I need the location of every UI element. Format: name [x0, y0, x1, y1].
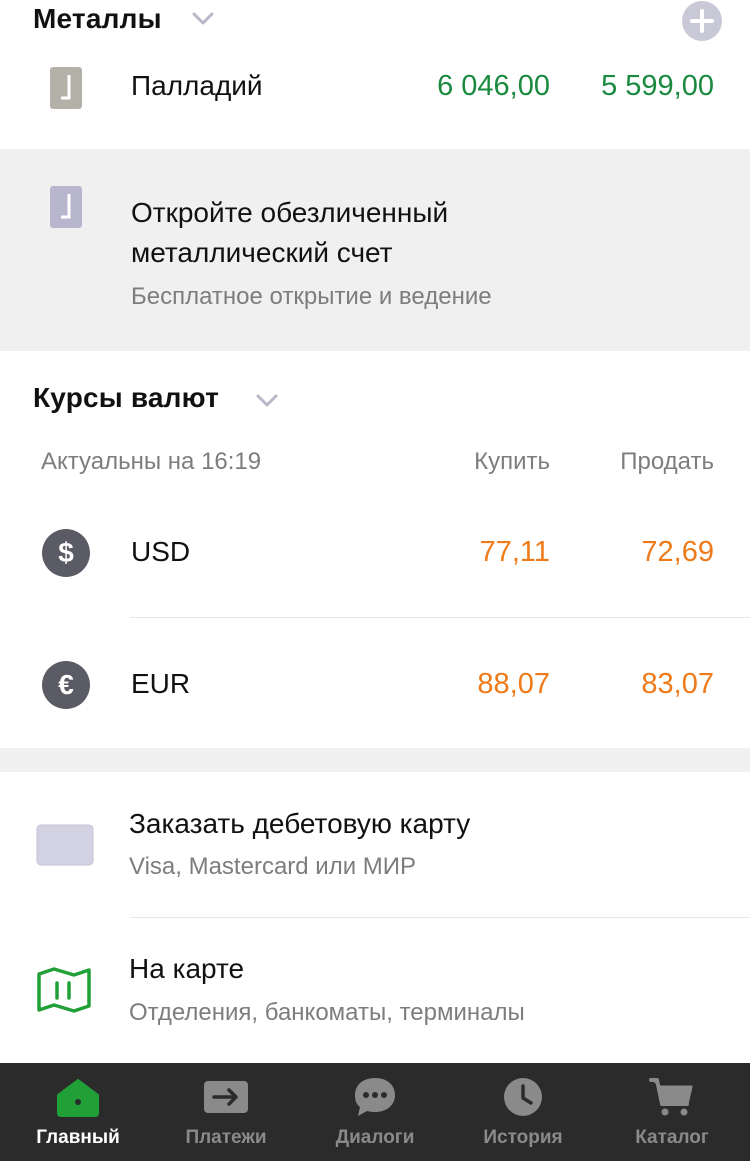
row-divider: [130, 617, 750, 618]
currency-rates-section: Курсы валют Актуальны на 16:19 Купить Пр…: [0, 351, 750, 748]
metals-header[interactable]: Металлы: [0, 0, 750, 44]
clock-icon: [504, 1078, 542, 1116]
section-separator: [0, 748, 750, 772]
chat-icon: [355, 1078, 395, 1116]
promo-title: Откройте обезличенный металлический счет: [131, 197, 449, 268]
metal-sell-value: 5 599,00: [601, 70, 714, 102]
row-divider: [130, 917, 750, 918]
euro-icon: €: [42, 661, 90, 709]
open-metal-account-banner[interactable]: Откройте обезличенный металлический счет…: [0, 149, 750, 351]
ingot-icon: [50, 186, 82, 228]
tab-history[interactable]: История: [448, 1063, 598, 1161]
fx-buy-header: Купить: [474, 448, 550, 475]
fx-sell-header: Продать: [620, 448, 714, 475]
currency-buy-value: 77,11: [479, 536, 550, 568]
services-list: Заказать дебетовую карту Visa, Mastercar…: [0, 772, 750, 1063]
add-metal-button[interactable]: [682, 1, 722, 41]
currency-buy-value: 88,07: [477, 668, 550, 700]
currency-sell-value: 83,07: [641, 668, 714, 700]
payments-icon: [204, 1081, 248, 1113]
metal-row-palladium[interactable]: Палладий 6 046,00 5 599,00: [0, 44, 750, 149]
service-title: На карте: [129, 953, 245, 984]
currency-sell-value: 72,69: [641, 536, 714, 568]
service-title: Заказать дебетовую карту: [129, 808, 471, 839]
metal-buy-value: 6 046,00: [437, 70, 550, 102]
tab-catalog[interactable]: Каталог: [597, 1063, 747, 1161]
plus-icon: [690, 9, 714, 33]
tab-payments[interactable]: Платежи: [151, 1063, 301, 1161]
ingot-icon: [50, 67, 82, 109]
service-subtitle: Visa, Mastercard или МИР: [129, 853, 417, 880]
service-subtitle: Отделения, банкоматы, терминалы: [129, 999, 525, 1026]
tab-label: Платежи: [185, 1127, 267, 1148]
tab-home[interactable]: Главный: [3, 1063, 153, 1161]
chevron-down-icon[interactable]: [192, 12, 214, 26]
fx-title: Курсы валют: [33, 382, 219, 413]
currency-code: USD: [131, 536, 191, 567]
metals-title: Металлы: [33, 3, 162, 34]
dollar-icon: $: [42, 529, 90, 577]
tab-dialogs[interactable]: Диалоги: [300, 1063, 450, 1161]
promo-subtitle: Бесплатное открытие и ведение: [131, 283, 492, 310]
tab-label: История: [483, 1127, 563, 1148]
metal-name: Палладий: [131, 70, 263, 101]
tab-label: Главный: [36, 1127, 120, 1148]
bottom-tab-bar: Главный Платежи Диалоги История Каталог: [0, 1063, 750, 1161]
map-icon: [37, 967, 91, 1013]
tab-label: Диалоги: [335, 1127, 415, 1148]
currency-code: EUR: [131, 668, 191, 699]
tab-label: Каталог: [635, 1127, 709, 1148]
cart-icon: [649, 1078, 693, 1116]
fx-updated-time: Актуальны на 16:19: [41, 448, 262, 475]
card-icon: [36, 824, 94, 866]
chevron-down-icon[interactable]: [256, 394, 278, 408]
home-icon: [57, 1079, 99, 1117]
